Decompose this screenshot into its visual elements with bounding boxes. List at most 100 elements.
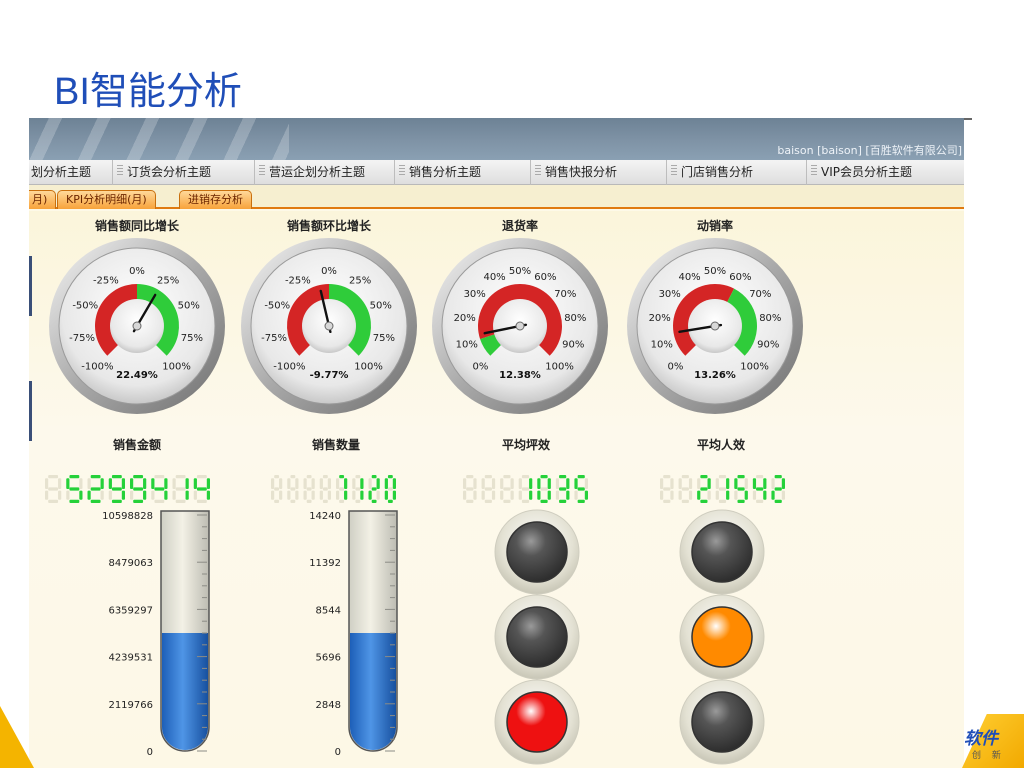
main-nav: 划分析主题 订货会分析主题 营运企划分析主题 销售分析主题 销售快报分析 门店销… (29, 160, 964, 185)
gauge-tick-label: 80% (759, 313, 781, 324)
tab-operations[interactable]: 营运企划分析主题 (255, 160, 395, 185)
user-info[interactable]: baison [baison] [百胜软件有限公司] (777, 142, 962, 158)
tab-plan-analysis[interactable]: 划分析主题 (29, 160, 113, 185)
led-segment (79, 490, 83, 500)
led-segment (133, 475, 144, 479)
bi-app-window: baison [baison] [百胜软件有限公司] 划分析主题 订货会分析主题… (29, 118, 964, 768)
led-segment (121, 478, 125, 489)
led-segment (306, 475, 312, 479)
tab-store-sales[interactable]: 门店销售分析 (667, 160, 807, 185)
led-segment (322, 475, 328, 479)
led-segment (69, 487, 80, 491)
led-segment (718, 499, 727, 503)
light-staff-bottom (679, 679, 765, 765)
led-segment (700, 475, 708, 479)
led-segment (678, 490, 682, 500)
tab-sales-analysis[interactable]: 销售分析主题 (395, 160, 531, 185)
gauge-tick-label: 100% (545, 362, 574, 373)
tube-tick-label: 2848 (316, 700, 341, 711)
led-segment (151, 490, 155, 500)
gauge-readout: -9.77% (310, 370, 349, 381)
tube-sales-amount: 10598828 8479063 6359297 4239531 2119766 0 (102, 510, 210, 758)
gauge-tick-label: 100% (354, 362, 383, 373)
led-segment (715, 478, 719, 489)
led-segment (466, 475, 474, 479)
tube-tick-label: 6359297 (108, 605, 153, 616)
light-bulb-orange (691, 606, 753, 668)
tab-label: 划分析主题 (31, 165, 92, 179)
header-decoration (29, 118, 289, 160)
tube-tick-label: 5696 (316, 653, 341, 664)
led-segment (491, 490, 496, 500)
led-avg-staff-efficiency (660, 475, 785, 503)
led-segment (290, 487, 296, 491)
light-bulb-off (506, 606, 568, 668)
led-segment (584, 478, 588, 489)
led-segment (384, 490, 388, 500)
grip-icon (259, 165, 265, 177)
led-segment (503, 499, 511, 503)
led-segment (185, 490, 189, 500)
tab-order-meeting[interactable]: 订货会分析主题 (113, 160, 255, 185)
led-segment (344, 490, 348, 500)
led-segment (306, 487, 312, 491)
led-segment (547, 490, 551, 500)
subtab-inventory[interactable]: 进销存分析 (179, 190, 252, 209)
led-segment (734, 478, 738, 489)
led-segment (681, 499, 689, 503)
led-segment (481, 478, 485, 489)
tab-label: 营运企划分析主题 (269, 165, 366, 179)
gauge-pivot (132, 321, 142, 331)
left-edge-marker (29, 381, 32, 441)
tab-vip-analysis[interactable]: VIP会员分析主题 (807, 160, 964, 185)
gauge-tick-label: 70% (749, 289, 771, 300)
led-segment (319, 478, 323, 489)
led-segment (154, 487, 165, 491)
led-segment (663, 475, 671, 479)
light-bulb-red (506, 691, 568, 753)
led-segment (763, 478, 767, 489)
tube-tick-label: 4239531 (108, 653, 153, 664)
light-bulb-off (691, 521, 753, 583)
led-segment (744, 490, 748, 500)
led-segment (164, 490, 168, 500)
led-segment (466, 487, 474, 491)
led-segment (387, 475, 393, 479)
tab-label: VIP会员分析主题 (821, 165, 912, 179)
led-segment (90, 487, 101, 491)
led-segment (660, 490, 664, 500)
led-segment (172, 478, 176, 489)
tab-sales-flash[interactable]: 销售快报分析 (531, 160, 667, 185)
led-segment (737, 499, 745, 503)
subtab-monthly[interactable]: 月) (29, 190, 57, 209)
led-segment (130, 490, 134, 500)
led-segment (376, 478, 380, 489)
led-segment (336, 478, 340, 489)
led-segment (771, 478, 775, 489)
led-segment (185, 478, 189, 489)
led-segment (111, 475, 122, 479)
tube-tick-label: 8479063 (108, 558, 153, 569)
led-segment (79, 478, 83, 489)
led-segment (360, 478, 364, 489)
led-segment (518, 490, 522, 500)
left-edge-marker (29, 256, 32, 316)
led-segment (392, 478, 396, 489)
led-segment (521, 475, 530, 479)
led-segment (670, 490, 674, 500)
led-segment (206, 490, 210, 500)
led-segment (295, 478, 299, 489)
led-segment (715, 490, 719, 500)
led-segment (164, 478, 168, 489)
gauge-readout: 22.49% (116, 370, 158, 381)
gauge-tick-label: 25% (157, 275, 179, 286)
led-segment (737, 487, 745, 491)
subtab-kpi-detail[interactable]: KPI分析明细(月) (57, 190, 156, 209)
led-segment (311, 478, 315, 489)
grip-icon (811, 165, 817, 177)
led-segment (274, 487, 280, 491)
company-logo: 软件 (964, 729, 998, 749)
led-segment (781, 478, 785, 489)
led-segment (290, 475, 296, 479)
gauge-tick-label: 20% (454, 313, 476, 324)
